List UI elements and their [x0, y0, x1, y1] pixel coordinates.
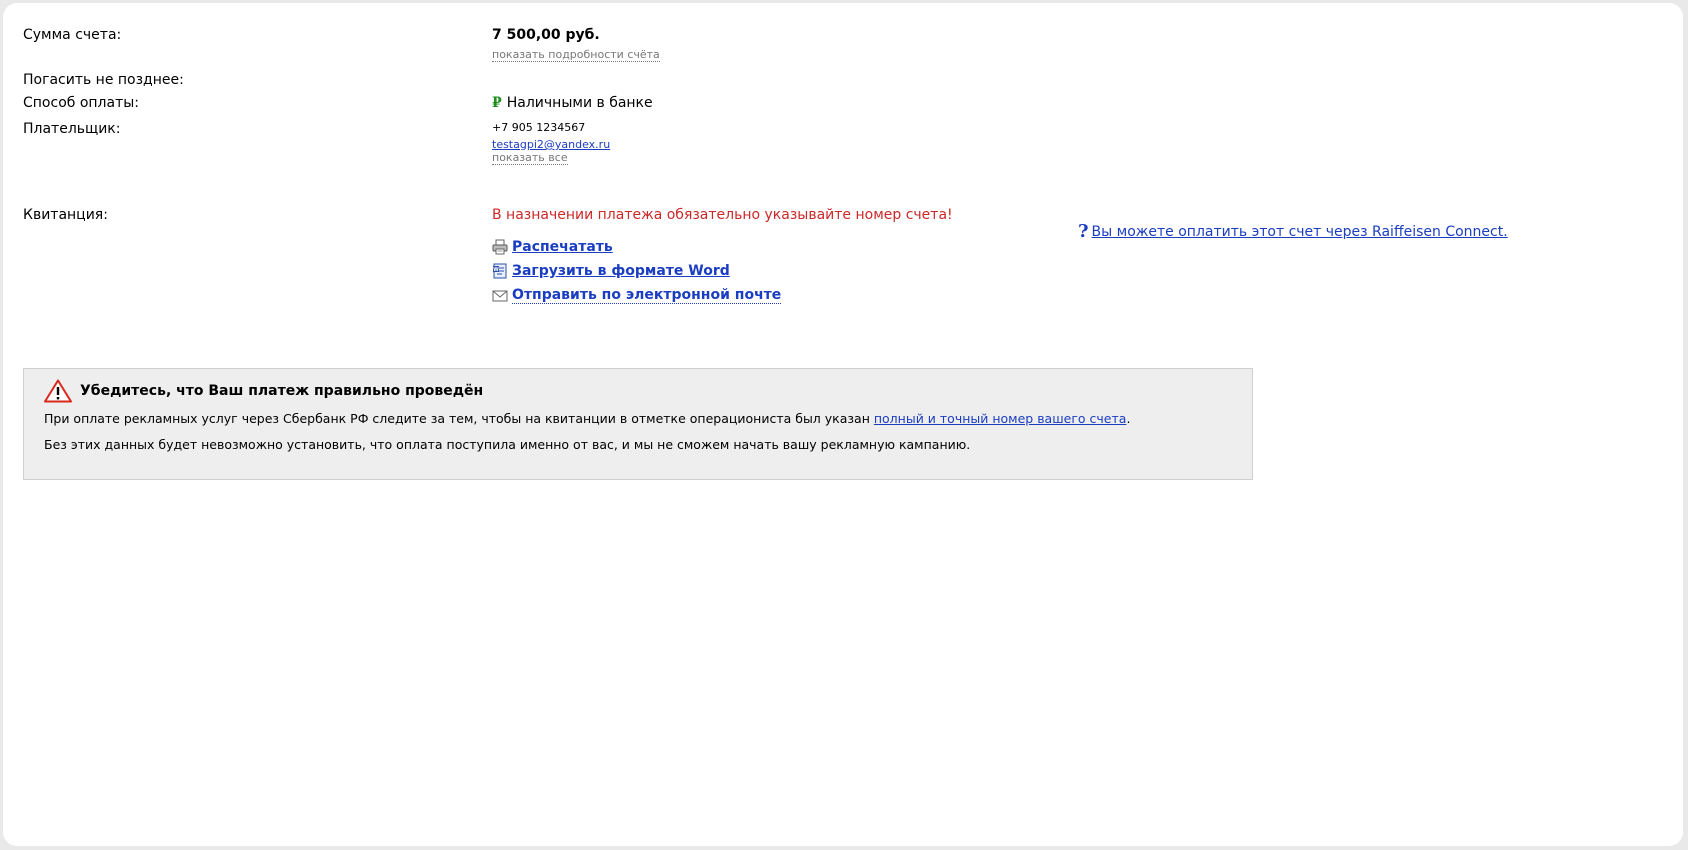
notice-title-text: Убедитесь, что Ваш платеж правильно пров… — [80, 383, 484, 399]
sum-label: Сумма счета: — [23, 27, 122, 43]
download-word-action[interactable]: W Загрузить в формате Word — [492, 263, 730, 279]
help-question-icon: ? — [1078, 221, 1089, 242]
raiffeisen-connect[interactable]: ? Вы можете оплатить этот счет через Rai… — [1078, 221, 1508, 242]
envelope-icon — [492, 288, 508, 304]
payment-method-value: Наличными в банке — [506, 95, 653, 111]
send-email-link[interactable]: Отправить по электронной почте — [512, 287, 782, 304]
notice-line-1: При оплате рекламных услуг через Сбербан… — [44, 411, 1130, 426]
show-all-payer-link[interactable]: показать все — [492, 151, 568, 165]
send-email-action[interactable]: Отправить по электронной почте — [492, 287, 782, 304]
receipt-label: Квитанция: — [23, 207, 108, 223]
print-action[interactable]: Распечатать — [492, 239, 613, 255]
print-link[interactable]: Распечатать — [512, 239, 613, 255]
sum-value: 7 500,00 руб. — [492, 27, 600, 43]
due-date-label: Погасить не позднее: — [23, 72, 184, 88]
svg-text:W: W — [493, 267, 499, 273]
payment-method: ₽ Наличными в банке — [492, 95, 653, 111]
account-number-link[interactable]: полный и точный номер вашего счета — [874, 411, 1127, 426]
raiffeisen-connect-link[interactable]: Вы можете оплатить этот счет через Raiff… — [1092, 224, 1508, 240]
printer-icon — [492, 239, 508, 255]
notice-line-1-suffix: . — [1126, 411, 1131, 426]
payer-label: Плательщик: — [23, 121, 121, 137]
invoice-panel: Сумма счета: 7 500,00 руб. показать подр… — [3, 3, 1683, 846]
warning-triangle-icon — [44, 379, 72, 403]
show-invoice-details-link[interactable]: показать подробности счёта — [492, 48, 660, 62]
ruble-icon: ₽ — [492, 95, 502, 111]
notice-title: Убедитесь, что Ваш платеж правильно пров… — [44, 379, 483, 403]
notice-line-2: Без этих данных будет невозможно установ… — [44, 437, 971, 452]
account-number-warning: В назначении платежа обязательно указыва… — [492, 207, 953, 223]
payment-notice-box: Убедитесь, что Ваш платеж правильно пров… — [23, 368, 1253, 480]
notice-line-1-text: При оплате рекламных услуг через Сбербан… — [44, 411, 874, 426]
word-doc-icon: W — [492, 263, 508, 279]
download-word-link[interactable]: Загрузить в формате Word — [512, 263, 730, 279]
payment-method-label: Способ оплаты: — [23, 95, 140, 111]
